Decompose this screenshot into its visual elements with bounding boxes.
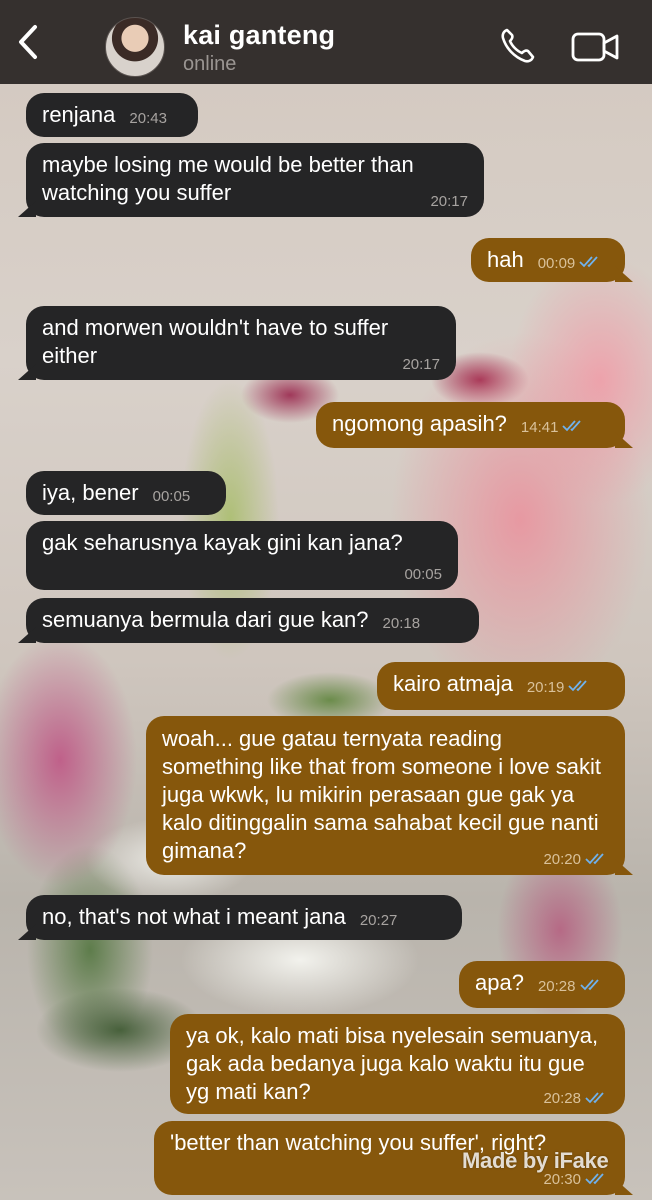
message-outgoing[interactable]: ngomong apasih? 14:41 [316, 402, 625, 448]
message-outgoing[interactable]: hah 00:09 [471, 238, 625, 282]
message-incoming[interactable]: semuanya bermula dari gue kan? 20:18 [26, 598, 479, 643]
message-text: apa? [475, 970, 524, 995]
contact-name[interactable]: kai ganteng [183, 20, 335, 51]
message-text: woah... gue gatau ternyata reading somet… [162, 726, 608, 863]
video-call-button[interactable] [570, 29, 622, 65]
message-outgoing[interactable]: apa? 20:28 [459, 961, 625, 1008]
read-ticks-icon [585, 853, 604, 865]
message-text: maybe losing me would be better than wat… [42, 152, 420, 205]
message-outgoing[interactable]: ya ok, kalo mati bisa nyelesain semuanya… [170, 1014, 625, 1114]
message-text: iya, bener [42, 480, 139, 505]
message-text: renjana [42, 102, 116, 127]
message-time: 14:41 [520, 419, 559, 436]
video-camera-icon [571, 32, 619, 62]
contact-avatar[interactable] [105, 17, 165, 77]
read-ticks-icon [568, 680, 588, 692]
message-text: kairo atmaja [393, 671, 513, 696]
read-ticks-icon [585, 1173, 604, 1185]
message-incoming[interactable]: renjana 20:43 [26, 93, 198, 137]
read-ticks-icon [585, 1092, 604, 1104]
message-time: 20:17 [430, 193, 468, 210]
message-incoming[interactable]: and morwen wouldn't have to suffer eithe… [26, 306, 456, 380]
message-text: semuanya bermula dari gue kan? [42, 607, 369, 632]
message-text: ya ok, kalo mati bisa nyelesain semuanya… [186, 1023, 605, 1104]
message-text: hah [487, 247, 524, 272]
message-incoming[interactable]: iya, bener 00:05 [26, 471, 226, 515]
message-text: gak seharusnya kayak gini kan jana? [42, 530, 403, 555]
message-time: 20:28 [537, 978, 576, 995]
read-ticks-icon [579, 256, 598, 268]
message-time-wrap: 20:20 [543, 851, 609, 869]
message-text: no, that's not what i meant jana [42, 904, 346, 929]
message-incoming[interactable]: no, that's not what i meant jana 20:27 [26, 895, 462, 940]
contact-status: online [183, 53, 237, 75]
message-time: 20:27 [359, 912, 398, 929]
back-button[interactable] [8, 20, 48, 64]
back-arrow-icon [19, 25, 37, 59]
chat-header: kai ganteng online [0, 0, 652, 84]
message-outgoing[interactable]: kairo atmaja 20:19 [377, 662, 625, 710]
watermark: Made by iFake [462, 1148, 609, 1173]
phone-icon [501, 28, 535, 63]
message-outgoing[interactable]: woah... gue gatau ternyata reading somet… [146, 716, 625, 875]
message-time: 00:09 [537, 255, 576, 272]
message-time-wrap: 20:28 [543, 1090, 609, 1108]
message-time: 20:18 [382, 615, 421, 632]
voice-call-button[interactable] [498, 26, 538, 66]
read-ticks-icon [562, 420, 582, 432]
read-ticks-icon [579, 979, 599, 991]
message-time: 20:28 [543, 1090, 581, 1107]
message-time: 00:05 [404, 566, 442, 583]
message-text: ngomong apasih? [332, 411, 507, 436]
message-time: 00:05 [152, 488, 191, 505]
message-incoming[interactable]: gak seharusnya kayak gini kan jana? 00:0… [26, 521, 458, 590]
message-time: 20:20 [543, 851, 581, 868]
message-time: 20:19 [526, 679, 565, 696]
message-time: 20:43 [129, 110, 167, 127]
message-incoming[interactable]: maybe losing me would be better than wat… [26, 143, 484, 217]
message-time: 20:17 [402, 356, 440, 373]
message-text: and morwen wouldn't have to suffer eithe… [42, 315, 395, 368]
